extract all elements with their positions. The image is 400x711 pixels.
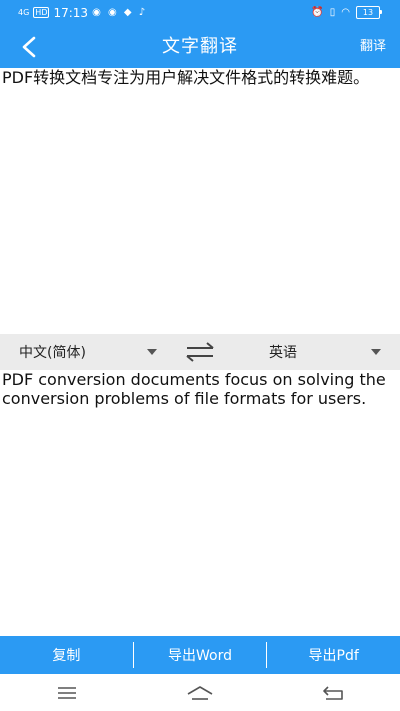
vibrate-icon: ▯	[329, 7, 336, 18]
app-bar: 文字翻译 翻译	[0, 25, 400, 68]
swap-icon	[186, 342, 214, 362]
dropdown-caret-icon	[147, 349, 157, 355]
network-indicator: 4G	[18, 8, 30, 17]
nav-back-button[interactable]	[313, 678, 353, 708]
bottom-action-bar: 复制 导出Word 导出Pdf	[0, 636, 400, 674]
status-left: 4G HD 17:13 ◉ ◉ ◆ ♪	[18, 6, 147, 20]
wifi-icon: ◠	[341, 7, 350, 18]
battery-level: 13	[362, 7, 374, 17]
status-right: ⏰ ▯ ◠ 13	[311, 6, 382, 19]
source-language-label: 中文(简体)	[19, 345, 86, 361]
menu-icon	[57, 686, 76, 699]
hd-indicator: HD	[33, 7, 50, 18]
copy-button[interactable]: 复制	[0, 636, 133, 674]
back-nav-icon	[323, 685, 344, 700]
battery-icon: 13	[356, 6, 382, 19]
swap-languages-button[interactable]	[184, 340, 216, 364]
target-text-area[interactable]: PDF conversion documents focus on solvin…	[0, 370, 400, 636]
nav-home-button[interactable]	[180, 678, 220, 708]
target-language-label: 英语	[269, 345, 297, 361]
page-title: 文字翻译	[162, 36, 238, 57]
alarm-icon: ⏰	[311, 7, 324, 18]
nav-menu-button[interactable]	[47, 678, 87, 708]
back-arrow-icon	[22, 36, 36, 58]
export-word-button[interactable]: 导出Word	[134, 636, 267, 674]
source-text-area[interactable]: PDF转换文档专注为用户解决文件格式的转换难题。	[0, 68, 400, 334]
target-language-select[interactable]: 英语	[269, 334, 381, 370]
system-nav-bar	[0, 674, 400, 711]
status-time: 17:13	[53, 5, 89, 20]
back-button[interactable]	[14, 32, 44, 62]
status-bar: 4G HD 17:13 ◉ ◉ ◆ ♪ ⏰ ▯ ◠ 13	[0, 0, 400, 25]
export-pdf-button[interactable]: 导出Pdf	[267, 636, 400, 674]
notification-icons: ◉ ◉ ◆ ♪	[92, 7, 148, 18]
home-icon	[187, 685, 213, 700]
source-language-select[interactable]: 中文(简体)	[19, 334, 157, 370]
language-bar: 中文(简体) 英语	[0, 334, 400, 370]
dropdown-caret-icon	[371, 349, 381, 355]
translate-button[interactable]: 翻译	[360, 25, 386, 68]
